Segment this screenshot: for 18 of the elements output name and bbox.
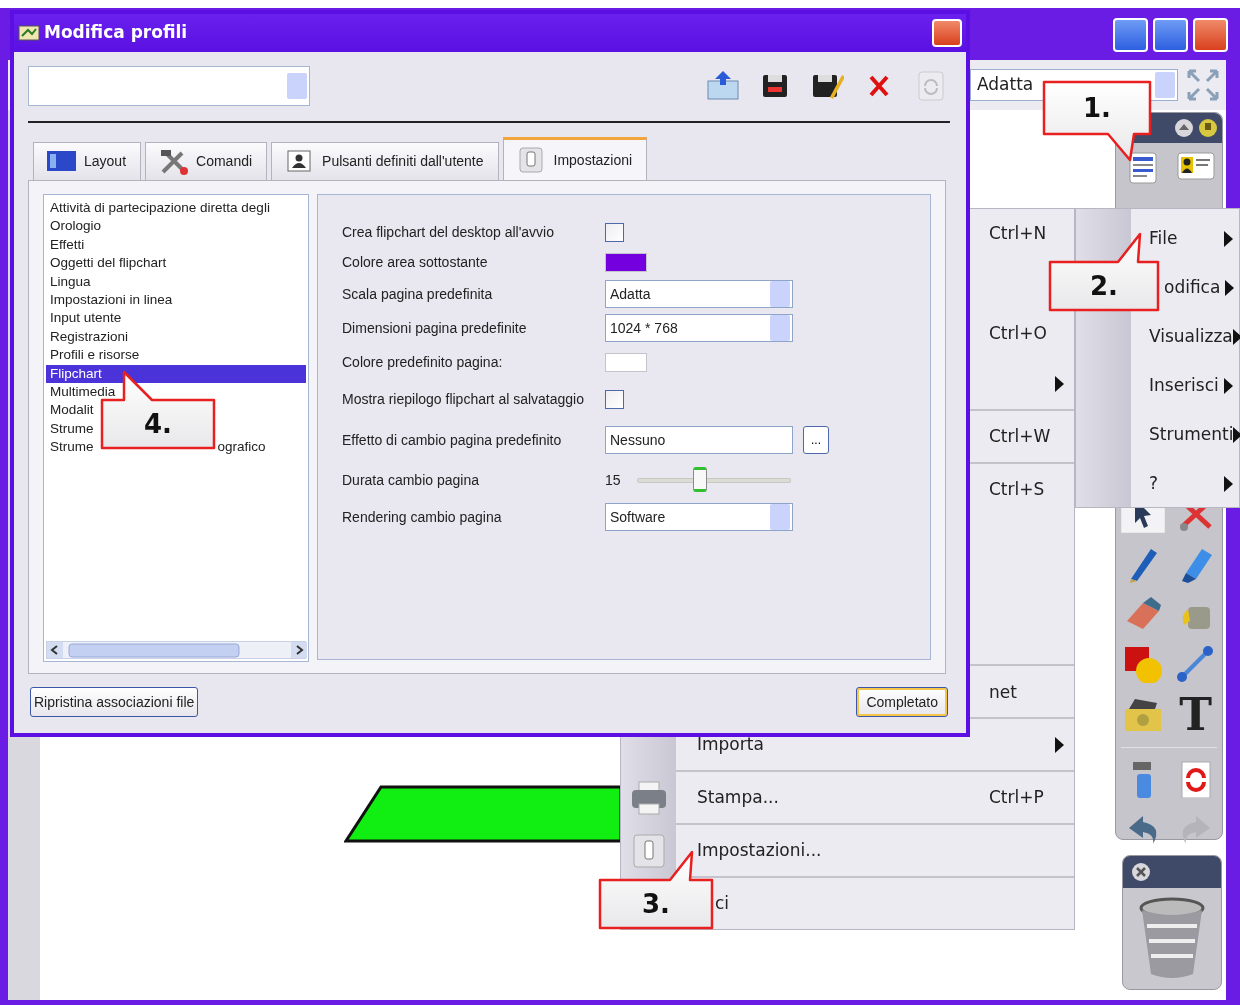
setting-label: Dimensioni pagina predefinite [342,319,528,337]
setting-label: Crea flipchart del desktop all'avvio [342,223,555,241]
step-tooltip: 1. [1042,80,1152,162]
list-item-text: ografico [217,438,266,457]
shortcut-text: Ctrl+N [989,223,1047,244]
setting-label: Colore predefinito pagina: [342,353,504,371]
setting-label: Durata cambio pagina [342,471,480,489]
setting-label: Rendering cambio pagina [342,508,503,526]
shortcut-text: Ctrl+S [989,478,1045,499]
shortcut-text: Ctrl+O [989,323,1047,344]
window-title: Modifica profili [44,21,188,45]
setting-label: Colore area sottostante [342,253,489,271]
setting-label: Effetto di cambio pagina predefinito [342,431,563,449]
setting-label: Scala pagina predefinita [342,285,494,303]
setting-label: Mostra riepilogo flipchart al salvataggio [342,390,585,408]
shortcut-text: Ctrl+W [989,425,1051,446]
shortcut-text: Ctrl+P [989,787,1044,808]
slider-value: 15 [605,470,621,490]
